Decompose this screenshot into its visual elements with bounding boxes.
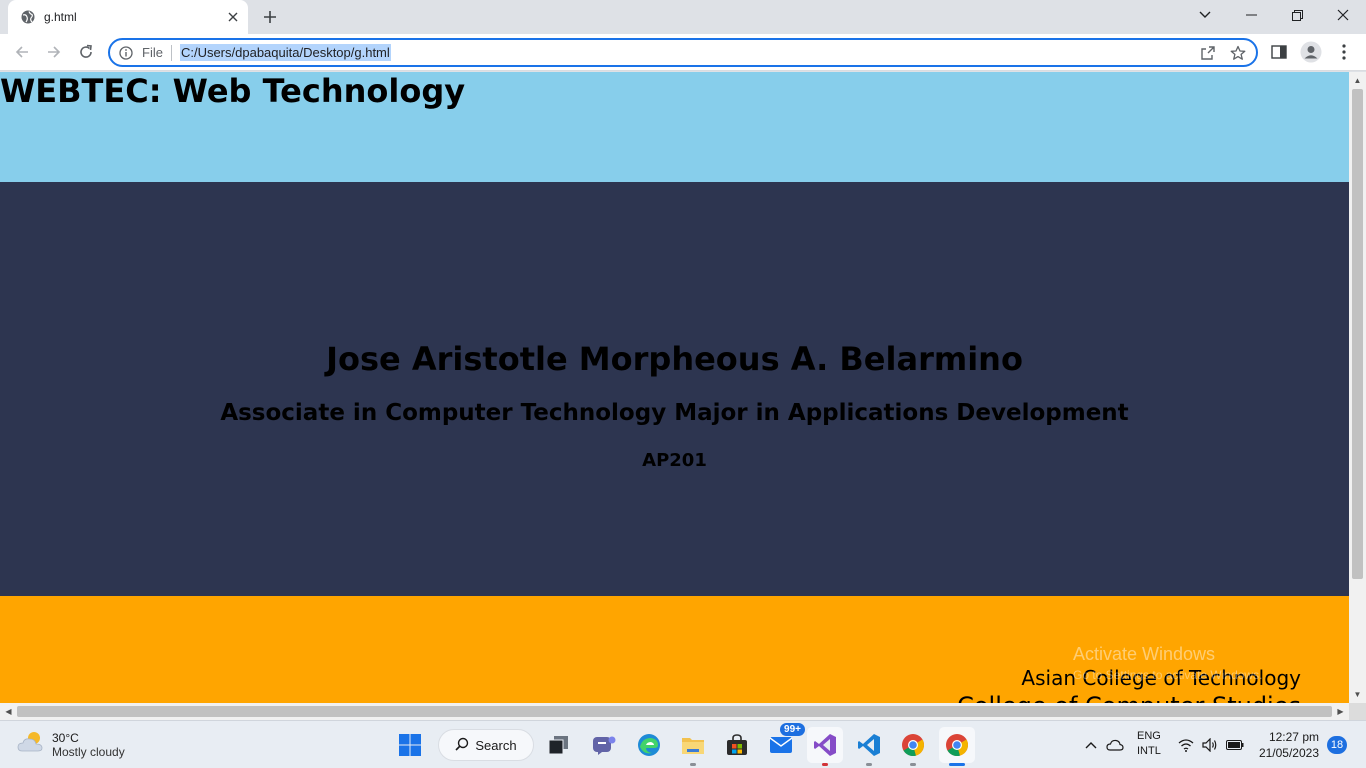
input-language[interactable]: ENG INTL (1137, 729, 1161, 759)
college-name: College of Computer Studies (957, 692, 1301, 703)
taskbar: 30°C Mostly cloudy Search 99+ ENG INTL 1… (0, 720, 1366, 768)
running-indicator (910, 763, 916, 766)
scroll-left-icon[interactable]: ◀ (0, 703, 17, 720)
visual-studio-icon[interactable] (807, 727, 843, 766)
running-indicator (690, 763, 696, 766)
forward-button[interactable] (41, 39, 67, 65)
browser-tab[interactable]: g.html (8, 0, 248, 34)
browser-toolbar: File C:/Users/dpabaquita/Desktop/g.html (0, 34, 1366, 71)
notification-badge[interactable]: 18 (1327, 736, 1347, 754)
horizontal-scroll-thumb[interactable] (17, 706, 1332, 717)
activate-windows-subtitle: Go to Settings to activate Windows. (1073, 668, 1263, 682)
vertical-scrollbar[interactable]: ▲ ▼ (1349, 72, 1366, 703)
vscode-icon[interactable] (851, 727, 887, 766)
mail-badge: 99+ (780, 723, 805, 736)
vertical-scroll-thumb[interactable] (1352, 89, 1363, 579)
site-info-icon[interactable] (118, 45, 134, 61)
onedrive-cloud-icon[interactable] (1104, 727, 1126, 763)
keyboard-layout: INTL (1137, 745, 1161, 757)
close-window-button[interactable] (1320, 0, 1366, 30)
main-section: Jose Aristotle Morpheous A. Belarmino As… (0, 182, 1349, 596)
share-icon[interactable] (1200, 45, 1216, 66)
chevron-up-icon[interactable] (1080, 727, 1102, 763)
restore-button[interactable] (1274, 0, 1320, 30)
back-button[interactable] (9, 39, 35, 65)
cloudy-weather-icon (16, 729, 46, 760)
wifi-icon[interactable] (1175, 727, 1197, 763)
program-title: Associate in Computer Technology Major i… (220, 400, 1129, 426)
weather-widget[interactable]: 30°C Mostly cloudy (16, 729, 125, 760)
running-indicator (866, 763, 872, 766)
store-icon[interactable] (719, 727, 755, 763)
address-bar[interactable]: File C:/Users/dpabaquita/Desktop/g.html (108, 38, 1258, 67)
globe-icon (20, 9, 36, 25)
minimize-button[interactable] (1228, 0, 1274, 30)
task-view-icon[interactable] (541, 727, 577, 763)
tab-strip: g.html (0, 0, 1366, 34)
activate-windows-title: Activate Windows (1073, 644, 1216, 664)
profile-avatar-icon[interactable] (1299, 40, 1323, 64)
file-explorer-icon[interactable] (675, 727, 711, 766)
running-indicator (822, 763, 828, 766)
weather-condition: Mostly cloudy (52, 744, 125, 759)
student-name: Jose Aristotle Morpheous A. Belarmino (326, 340, 1023, 378)
scroll-up-icon[interactable]: ▲ (1349, 72, 1366, 89)
page-title: WEBTEC: Web Technology (0, 72, 466, 110)
battery-icon[interactable] (1223, 727, 1247, 763)
teams-chat-icon[interactable] (586, 727, 622, 763)
clock-date: 21/05/2023 (1258, 746, 1319, 760)
volume-icon[interactable] (1199, 727, 1221, 763)
page-viewport: WEBTEC: Web Technology Jose Aristotle Mo… (0, 72, 1349, 703)
chrome-icon[interactable] (895, 727, 931, 766)
search-label: Search (475, 737, 517, 753)
scrollbar-corner (1349, 703, 1366, 720)
bookmark-star-icon[interactable] (1230, 45, 1246, 66)
section-code: AP201 (642, 450, 707, 471)
language-code: ENG (1137, 730, 1161, 742)
weather-temperature: 30°C (52, 730, 79, 745)
tab-title: g.html (44, 10, 77, 24)
chrome-active-icon[interactable] (939, 727, 975, 766)
taskbar-search[interactable]: Search (438, 729, 534, 761)
browser-menu-icon[interactable] (1332, 40, 1356, 64)
edge-browser-icon[interactable] (631, 727, 667, 763)
reload-button[interactable] (73, 39, 99, 65)
new-tab-button[interactable] (258, 5, 282, 29)
scroll-right-icon[interactable]: ▶ (1332, 703, 1349, 720)
horizontal-scrollbar[interactable]: ◀ ▶ (0, 703, 1349, 720)
scheme-chip: File (142, 45, 163, 60)
address-separator (170, 44, 172, 61)
close-tab-icon[interactable] (224, 8, 242, 26)
mail-icon[interactable]: 99+ (763, 723, 805, 763)
system-clock[interactable]: 12:27 pm 21/05/2023 (1253, 729, 1319, 761)
tab-search-icon[interactable] (1182, 0, 1228, 30)
clock-time: 12:27 pm (1268, 730, 1319, 744)
page-header: WEBTEC: Web Technology (0, 72, 1349, 182)
url-text[interactable]: C:/Users/dpabaquita/Desktop/g.html (179, 44, 391, 61)
running-indicator (949, 763, 965, 766)
scroll-down-icon[interactable]: ▼ (1349, 686, 1366, 703)
search-icon (455, 737, 469, 754)
start-button[interactable] (392, 727, 428, 763)
side-panel-icon[interactable] (1267, 40, 1291, 64)
